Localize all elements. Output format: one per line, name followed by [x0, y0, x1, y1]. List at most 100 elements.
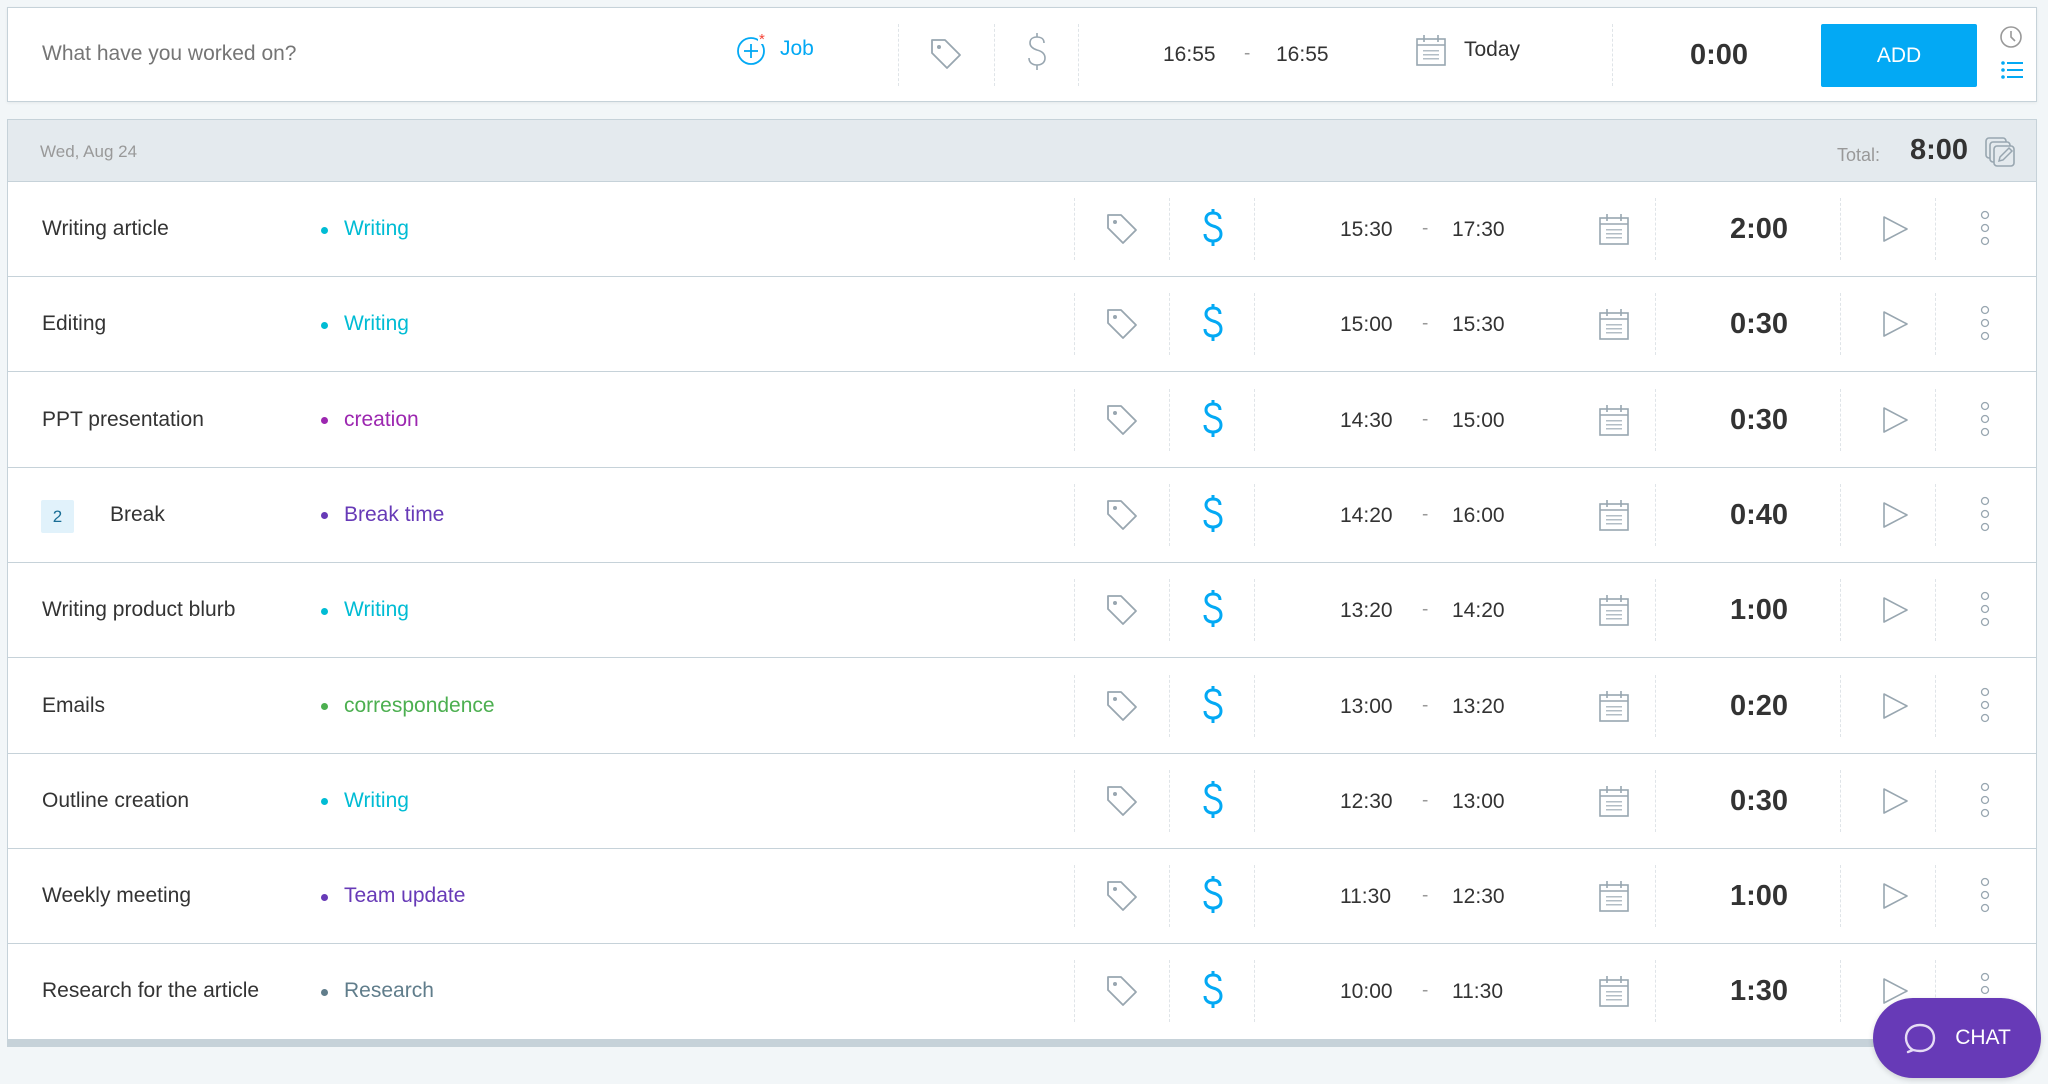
billable-toggle[interactable]: [1201, 970, 1225, 1017]
bulk-edit-button[interactable]: [1984, 136, 2016, 173]
entry-project[interactable]: Writing: [321, 598, 409, 622]
entry-description[interactable]: Weekly meeting: [42, 884, 191, 908]
tag-button[interactable]: [1104, 688, 1140, 729]
entry-description[interactable]: Writing product blurb: [42, 598, 235, 622]
entry-project[interactable]: Writing: [321, 789, 409, 813]
date-picker[interactable]: [1599, 499, 1629, 536]
entry-duration[interactable]: 1:00: [1699, 880, 1819, 913]
more-actions-button[interactable]: [1978, 305, 1992, 346]
continue-button[interactable]: [1881, 787, 1909, 820]
end-time-input[interactable]: 16:55: [1276, 43, 1329, 67]
entry-duration[interactable]: 2:00: [1699, 213, 1819, 246]
tag-button[interactable]: [1104, 973, 1140, 1014]
continue-button[interactable]: [1881, 406, 1909, 439]
continue-button[interactable]: [1881, 882, 1909, 915]
date-picker[interactable]: [1599, 404, 1629, 441]
billable-toggle[interactable]: [1201, 303, 1225, 350]
date-picker[interactable]: Today: [1416, 34, 1520, 66]
entry-end-time[interactable]: 14:20: [1452, 599, 1505, 623]
tag-button[interactable]: [1104, 402, 1140, 443]
entry-start-time[interactable]: 15:00: [1340, 313, 1393, 337]
tag-button[interactable]: [1104, 306, 1140, 347]
entry-project[interactable]: correspondence: [321, 694, 495, 718]
date-picker[interactable]: [1599, 594, 1629, 631]
entry-start-time[interactable]: 11:30: [1340, 885, 1391, 909]
entry-description[interactable]: Emails: [42, 694, 105, 718]
add-button[interactable]: ADD: [1821, 24, 1977, 87]
entry-description[interactable]: PPT presentation: [42, 408, 204, 432]
entry-start-time[interactable]: 10:00: [1340, 980, 1393, 1004]
more-actions-button[interactable]: [1978, 210, 1992, 251]
billable-toggle[interactable]: [1201, 875, 1225, 922]
entry-duration[interactable]: 1:00: [1699, 594, 1819, 627]
date-picker[interactable]: [1599, 213, 1629, 250]
entry-duration[interactable]: 0:40: [1699, 499, 1819, 532]
entry-start-time[interactable]: 14:30: [1340, 409, 1393, 433]
entry-end-time[interactable]: 11:30: [1452, 980, 1503, 1004]
billable-toggle[interactable]: [1201, 208, 1225, 255]
entry-description[interactable]: Research for the article: [42, 979, 259, 1003]
entry-start-time[interactable]: 15:30: [1340, 218, 1393, 242]
entry-duration[interactable]: 0:20: [1699, 690, 1819, 723]
entry-project[interactable]: Writing: [321, 217, 409, 241]
timer-mode-button[interactable]: [1999, 25, 2023, 54]
entry-start-time[interactable]: 12:30: [1340, 790, 1393, 814]
entry-end-time[interactable]: 17:30: [1452, 218, 1505, 242]
billable-toggle[interactable]: [1201, 494, 1225, 541]
billable-toggle[interactable]: [1201, 685, 1225, 732]
entry-end-time[interactable]: 16:00: [1452, 504, 1505, 528]
date-picker[interactable]: [1599, 690, 1629, 727]
entry-project[interactable]: Team update: [321, 884, 465, 908]
job-picker[interactable]: * Job: [736, 32, 814, 66]
more-actions-button[interactable]: [1978, 782, 1992, 823]
entry-duration[interactable]: 1:30: [1699, 975, 1819, 1008]
entry-description[interactable]: Writing article: [42, 217, 169, 241]
entry-start-time[interactable]: 14:20: [1340, 504, 1393, 528]
tag-button[interactable]: [1104, 592, 1140, 633]
timer-duration[interactable]: 0:00: [1690, 39, 1748, 72]
tag-button[interactable]: [1104, 783, 1140, 824]
continue-button[interactable]: [1881, 215, 1909, 248]
more-actions-button[interactable]: [1978, 687, 1992, 728]
entry-end-time[interactable]: 13:00: [1452, 790, 1505, 814]
entry-project[interactable]: Break time: [321, 503, 444, 527]
start-time-input[interactable]: 16:55: [1163, 43, 1216, 67]
entry-start-time[interactable]: 13:20: [1340, 599, 1393, 623]
date-picker[interactable]: [1599, 785, 1629, 822]
entry-description[interactable]: Editing: [42, 312, 106, 336]
entry-start-time[interactable]: 13:00: [1340, 695, 1393, 719]
entry-project[interactable]: Writing: [321, 312, 409, 336]
entry-duration[interactable]: 0:30: [1699, 404, 1819, 437]
billable-toggle[interactable]: [1201, 780, 1225, 827]
continue-button[interactable]: [1881, 501, 1909, 534]
entry-description[interactable]: Outline creation: [42, 789, 189, 813]
continue-button[interactable]: [1881, 310, 1909, 343]
more-actions-button[interactable]: [1978, 591, 1992, 632]
entry-duration[interactable]: 0:30: [1699, 785, 1819, 818]
continue-button[interactable]: [1881, 692, 1909, 725]
more-actions-button[interactable]: [1978, 877, 1992, 918]
entry-end-time[interactable]: 13:20: [1452, 695, 1505, 719]
chat-button[interactable]: CHAT: [1873, 998, 2041, 1078]
entry-description[interactable]: Break: [110, 503, 165, 527]
entry-end-time[interactable]: 15:30: [1452, 313, 1505, 337]
entry-end-time[interactable]: 15:00: [1452, 409, 1505, 433]
date-picker[interactable]: [1599, 308, 1629, 345]
entry-project[interactable]: Research: [321, 979, 434, 1003]
manual-mode-button[interactable]: [2001, 60, 2023, 85]
entry-end-time[interactable]: 12:30: [1452, 885, 1505, 909]
entry-project[interactable]: creation: [321, 408, 419, 432]
entry-duration[interactable]: 0:30: [1699, 308, 1819, 341]
date-picker[interactable]: [1599, 975, 1629, 1012]
billable-toggle[interactable]: [1025, 32, 1049, 79]
tag-button[interactable]: [928, 36, 964, 77]
date-picker[interactable]: [1599, 880, 1629, 917]
billable-toggle[interactable]: [1201, 589, 1225, 636]
more-actions-button[interactable]: [1978, 496, 1992, 537]
description-input[interactable]: [42, 42, 642, 66]
tag-button[interactable]: [1104, 497, 1140, 538]
more-actions-button[interactable]: [1978, 401, 1992, 442]
tag-button[interactable]: [1104, 878, 1140, 919]
tag-button[interactable]: [1104, 211, 1140, 252]
continue-button[interactable]: [1881, 596, 1909, 629]
